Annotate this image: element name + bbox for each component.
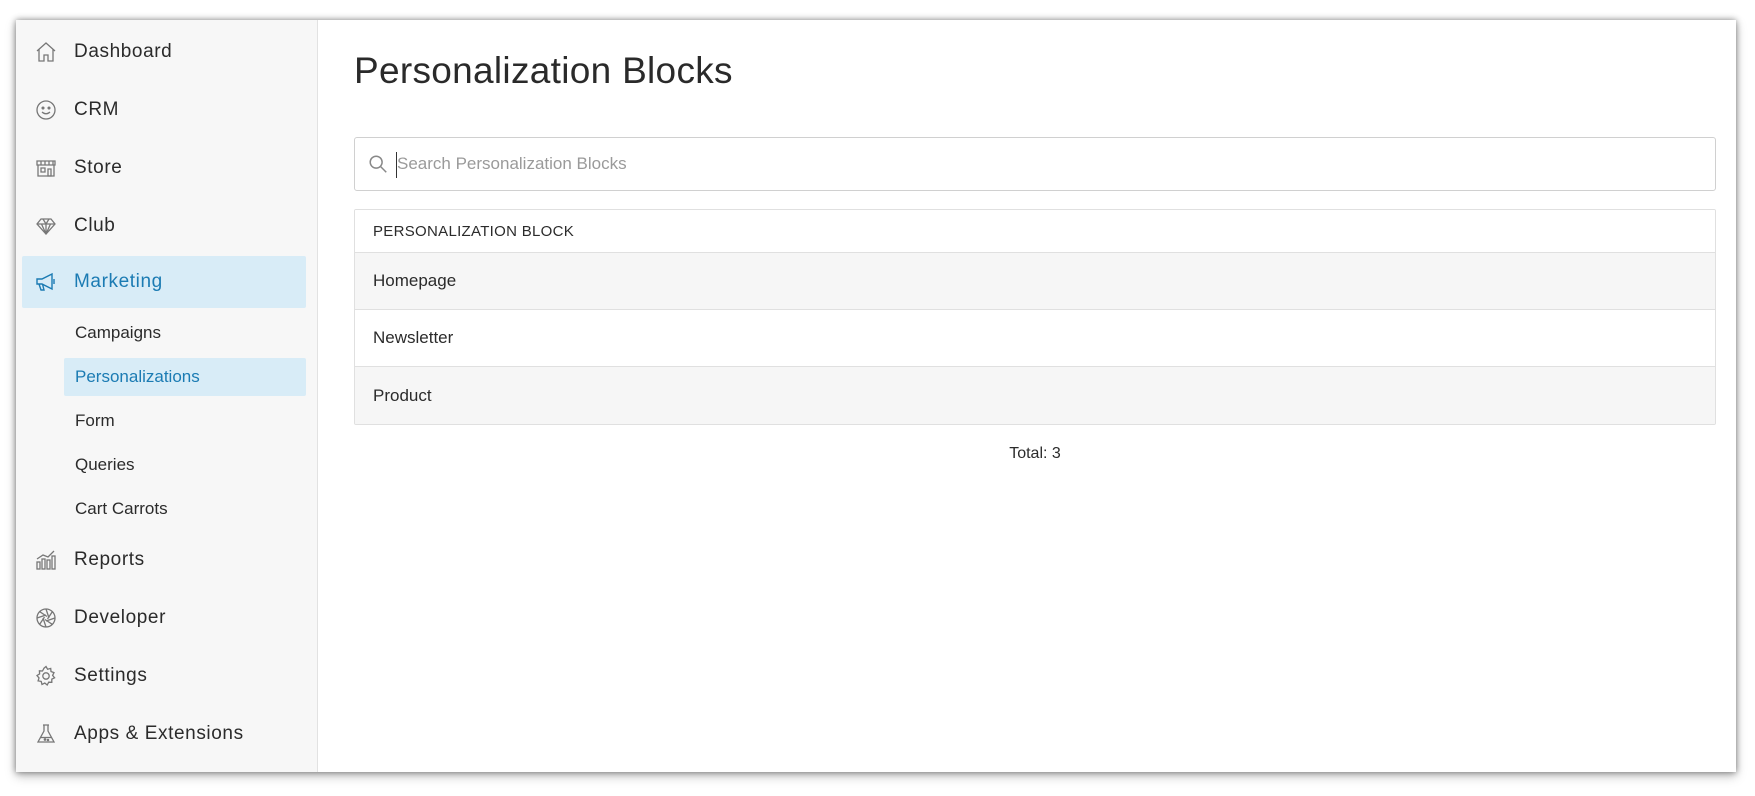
- sidebar-item-label: Apps & Extensions: [74, 723, 244, 744]
- storefront-icon: [34, 156, 58, 180]
- sidebar-item-marketing[interactable]: Marketing: [22, 256, 306, 308]
- sidebar: Dashboard CRM Store Club Marketing Campa…: [16, 20, 318, 772]
- personalization-blocks-table: PERSONALIZATION BLOCK Homepage Newslette…: [354, 209, 1716, 425]
- sidebar-item-store[interactable]: Store: [22, 142, 306, 194]
- sidebar-subitem-cart-carrots[interactable]: Cart Carrots: [64, 490, 306, 528]
- total-count: Total: 3: [1009, 445, 1061, 462]
- sidebar-item-club[interactable]: Club: [22, 200, 306, 252]
- text-caret: [396, 152, 397, 178]
- sidebar-item-label: Reports: [74, 549, 145, 570]
- search-input[interactable]: [397, 146, 1697, 182]
- bar-chart-icon: [34, 548, 58, 572]
- table-row[interactable]: Homepage: [355, 253, 1715, 310]
- home-icon: [34, 40, 58, 64]
- sidebar-subitem-personalizations[interactable]: Personalizations: [64, 358, 306, 396]
- sidebar-item-label: CRM: [74, 99, 120, 120]
- sidebar-subitem-queries[interactable]: Queries: [64, 446, 306, 484]
- sidebar-item-dashboard[interactable]: Dashboard: [22, 26, 306, 78]
- aperture-icon: [34, 606, 58, 630]
- smiley-icon: [34, 98, 58, 122]
- sidebar-item-label: Dashboard: [74, 41, 173, 62]
- sidebar-item-developer[interactable]: Developer: [22, 592, 306, 644]
- sidebar-item-label: Club: [74, 215, 116, 236]
- megaphone-icon: [34, 270, 58, 294]
- sidebar-item-label: Settings: [74, 665, 148, 686]
- sidebar-item-label: Developer: [74, 607, 167, 628]
- sidebar-subitem-campaigns[interactable]: Campaigns: [64, 314, 306, 352]
- sidebar-item-apps-extensions[interactable]: Apps & Extensions: [22, 708, 306, 760]
- diamond-icon: [34, 214, 58, 238]
- table-row[interactable]: Newsletter: [355, 310, 1715, 367]
- sidebar-item-label: Marketing: [74, 271, 163, 292]
- table-column-header[interactable]: PERSONALIZATION BLOCK: [355, 210, 1715, 253]
- sidebar-item-crm[interactable]: CRM: [22, 84, 306, 136]
- search-icon: [369, 155, 387, 173]
- page-title: Personalization Blocks: [354, 50, 733, 91]
- sidebar-item-reports[interactable]: Reports: [22, 534, 306, 586]
- flask-icon: [34, 722, 58, 746]
- table-row[interactable]: Product: [355, 367, 1715, 424]
- gear-icon: [34, 664, 58, 688]
- search-box[interactable]: [354, 137, 1716, 191]
- sidebar-item-label: Store: [74, 157, 123, 178]
- sidebar-item-settings[interactable]: Settings: [22, 650, 306, 702]
- sidebar-subitem-form[interactable]: Form: [64, 402, 306, 440]
